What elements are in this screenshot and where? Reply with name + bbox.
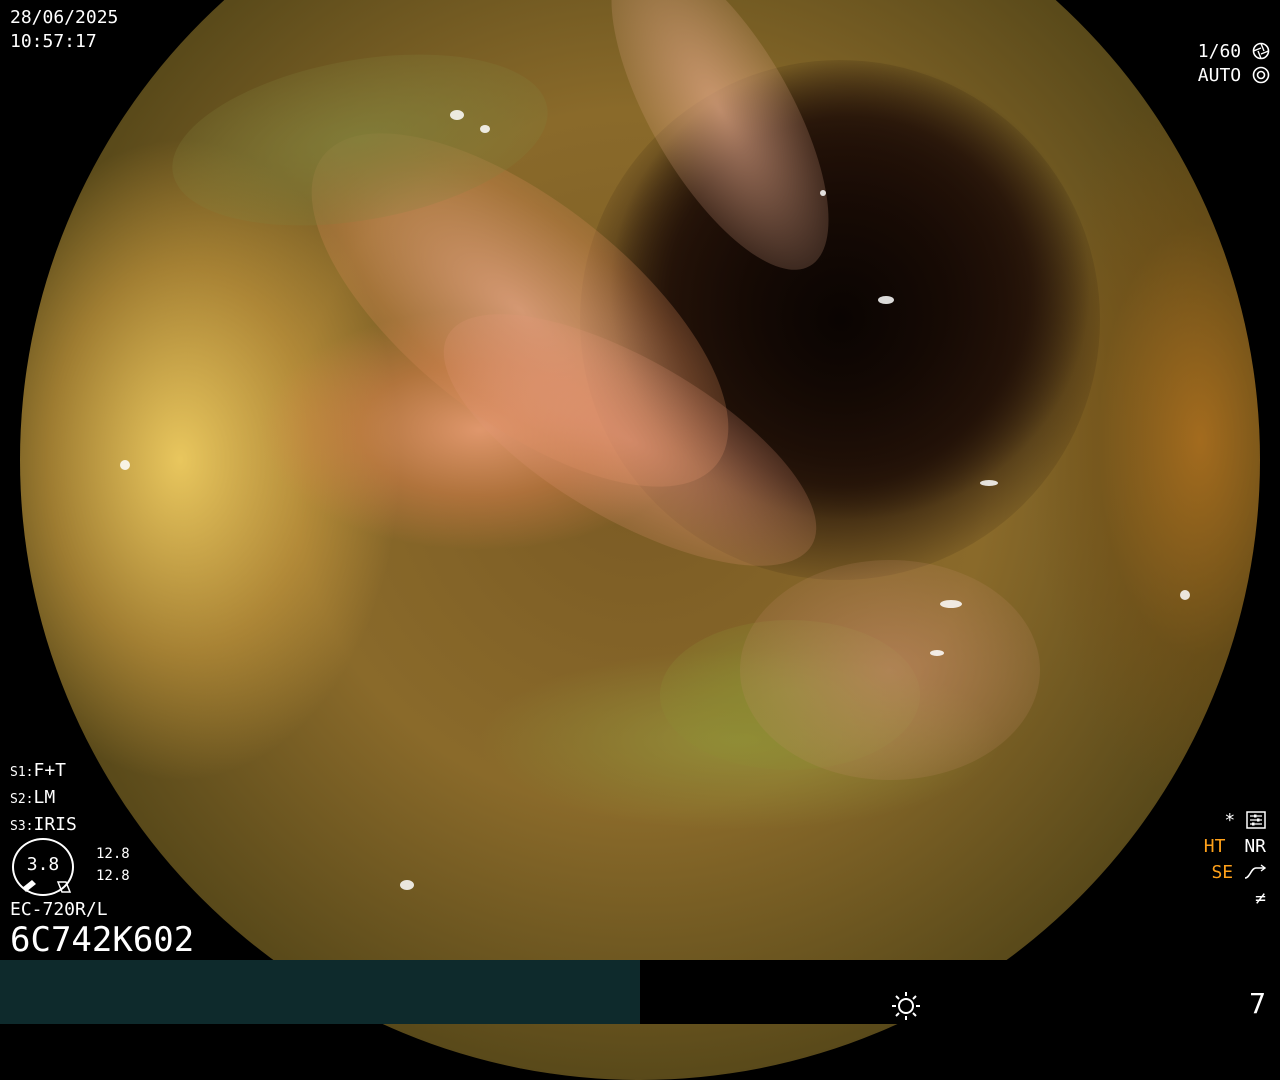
- specular-highlight: [940, 600, 962, 608]
- scale-top-value: 12.8: [96, 846, 130, 862]
- serial-number: 6C742K602: [10, 920, 195, 960]
- switch-settings: S1:F+T S2:LM S3:IRIS: [10, 758, 77, 839]
- specular-highlight: [480, 125, 490, 133]
- specular-highlight: [930, 650, 944, 656]
- iris-row: AUTO: [1198, 64, 1270, 88]
- date-text: 28/06/2025: [10, 7, 119, 28]
- nr-indicator: NR: [1244, 836, 1266, 857]
- page-number: 7: [1249, 987, 1266, 1020]
- scale-value: 3.8: [26, 854, 60, 875]
- misc-indicator: ≠: [1255, 888, 1266, 909]
- scale-bottom-value: 12.8: [96, 868, 130, 884]
- time-text: 10:57:17: [10, 31, 97, 52]
- image-indicators: * HT NR SE ≠: [1204, 808, 1267, 912]
- specular-highlight: [820, 190, 826, 196]
- star-indicator: *: [1224, 810, 1236, 831]
- auto-iris-icon: [1252, 66, 1270, 84]
- ht-indicator: HT: [1203, 836, 1226, 857]
- shutter-text: 1/60: [1197, 41, 1242, 62]
- indicator-row: ≠: [1204, 886, 1266, 912]
- settings-icon: [1246, 811, 1266, 829]
- timestamp: 28/06/2025 10:57:17: [10, 6, 118, 54]
- indicator-row: *: [1204, 808, 1266, 834]
- iris-mode-text: AUTO: [1197, 65, 1242, 86]
- indicator-row: SE: [1204, 860, 1267, 886]
- specular-highlight: [1180, 590, 1190, 600]
- specular-highlight: [450, 110, 464, 120]
- specular-highlight: [980, 480, 998, 486]
- setting-key: S2:: [10, 792, 34, 807]
- bottom-bar-left: [0, 960, 640, 1024]
- shutter-icon: [1252, 42, 1270, 60]
- setting-value: F+T: [33, 760, 66, 781]
- specular-highlight: [120, 460, 130, 470]
- enhance-curve-icon: [1244, 864, 1267, 879]
- setting-value: IRIS: [33, 814, 77, 835]
- exposure-panel: 1/60 AUTO: [1198, 40, 1270, 88]
- setting-row: S3:IRIS: [10, 812, 77, 839]
- setting-row: S1:F+T: [10, 758, 77, 785]
- setting-key: S3:: [10, 819, 34, 834]
- specular-highlight: [400, 880, 414, 890]
- setting-key: S1:: [10, 765, 34, 780]
- scale-indicator: 3.8 12.8 12.8: [10, 838, 150, 900]
- endoscopic-image: [20, 0, 1260, 1080]
- mucosal-fold: [740, 560, 1040, 780]
- brightness-icon: [892, 992, 920, 1020]
- setting-row: S2:LM: [10, 785, 77, 812]
- se-indicator: SE: [1211, 862, 1234, 883]
- bottom-bar-right: [640, 960, 1280, 1024]
- indicator-row: HT NR: [1204, 834, 1266, 860]
- setting-value: LM: [33, 787, 56, 808]
- shutter-row: 1/60: [1198, 40, 1270, 64]
- scope-model: EC-720R/L: [10, 899, 108, 920]
- specular-highlight: [878, 296, 894, 304]
